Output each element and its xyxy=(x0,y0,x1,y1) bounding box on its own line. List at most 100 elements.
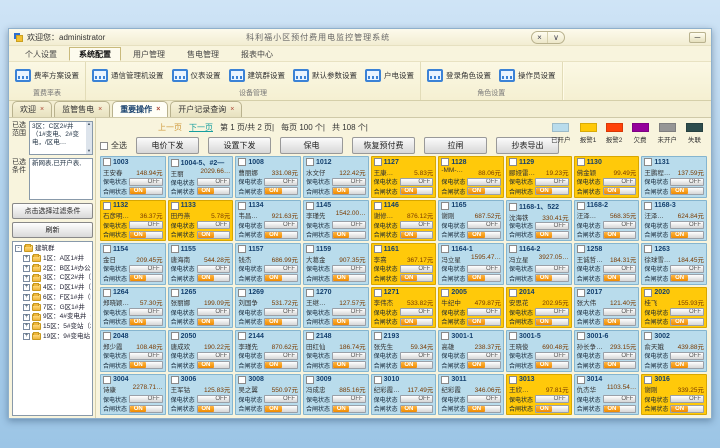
menu-tab-用户管理[interactable]: 用户管理 xyxy=(123,47,175,61)
toolbar-button-电价下发[interactable]: 电价下发 xyxy=(136,137,199,154)
protect-toggle[interactable]: OFF xyxy=(670,221,704,229)
card-checkbox[interactable] xyxy=(644,289,652,297)
doc-tab-监管售电[interactable]: 监管售电× xyxy=(54,101,110,117)
gate-toggle[interactable]: ON xyxy=(264,187,298,195)
card-checkbox[interactable] xyxy=(238,158,246,166)
card-checkbox[interactable] xyxy=(171,289,179,297)
gate-toggle[interactable]: ON xyxy=(535,187,569,195)
gate-toggle[interactable]: ON xyxy=(467,318,501,326)
listbox-scrollbar[interactable]: ▲▼ xyxy=(86,122,92,154)
protect-toggle[interactable]: OFF xyxy=(400,265,434,273)
card-checkbox[interactable] xyxy=(238,289,246,297)
gate-toggle[interactable]: ON xyxy=(264,318,298,326)
protect-toggle[interactable]: OFF xyxy=(264,395,298,403)
expand-icon[interactable]: + xyxy=(23,314,30,321)
card-checkbox[interactable] xyxy=(374,158,382,166)
prev-page-link[interactable]: 上一页 xyxy=(158,122,182,133)
protect-toggle[interactable]: OFF xyxy=(603,352,637,360)
gate-toggle[interactable]: ON xyxy=(332,187,366,195)
selected-range-listbox[interactable]: 3区：C区2#井（1#变电、2#变电，/区电… ▲▼ xyxy=(29,121,93,155)
protect-toggle[interactable]: OFF xyxy=(467,221,501,229)
gate-toggle[interactable]: ON xyxy=(670,318,704,326)
gate-toggle[interactable]: ON xyxy=(603,231,637,239)
protect-toggle[interactable]: OFF xyxy=(467,395,501,403)
gate-toggle[interactable]: ON xyxy=(400,274,434,282)
card-checkbox[interactable] xyxy=(103,202,111,210)
card-checkbox[interactable] xyxy=(644,202,652,210)
gate-toggle[interactable]: ON xyxy=(264,361,298,369)
protect-toggle[interactable]: OFF xyxy=(467,308,501,316)
card-checkbox[interactable] xyxy=(374,289,382,297)
expand-icon[interactable]: + xyxy=(23,304,30,311)
scroll-down-icon[interactable]: ▼ xyxy=(86,149,92,154)
card-checkbox[interactable] xyxy=(644,332,652,340)
gate-toggle[interactable]: ON xyxy=(400,187,434,195)
protect-toggle[interactable]: OFF xyxy=(129,178,163,186)
protect-toggle[interactable]: OFF xyxy=(332,221,366,229)
card-checkbox[interactable] xyxy=(577,376,585,384)
gate-toggle[interactable]: ON xyxy=(332,318,366,326)
gate-toggle[interactable]: ON xyxy=(670,405,704,413)
card-checkbox[interactable] xyxy=(374,376,382,384)
tree-item[interactable]: +2区：B区1#办公区 xyxy=(15,264,91,274)
gate-toggle[interactable]: ON xyxy=(332,361,366,369)
gate-toggle[interactable]: ON xyxy=(535,231,569,239)
card-checkbox[interactable] xyxy=(577,202,585,210)
collapse-icon[interactable]: - xyxy=(15,245,22,252)
gate-toggle[interactable]: ON xyxy=(467,361,501,369)
card-checkbox[interactable] xyxy=(441,332,449,340)
protect-toggle[interactable]: OFF xyxy=(197,395,231,403)
gate-toggle[interactable]: ON xyxy=(535,274,569,282)
card-checkbox[interactable] xyxy=(441,202,449,210)
card-checkbox[interactable] xyxy=(374,332,382,340)
protect-toggle[interactable]: OFF xyxy=(332,265,366,273)
protect-toggle[interactable]: OFF xyxy=(129,395,163,403)
gate-toggle[interactable]: ON xyxy=(129,318,163,326)
card-checkbox[interactable] xyxy=(171,245,179,253)
expand-icon[interactable]: + xyxy=(23,284,30,291)
gate-toggle[interactable]: ON xyxy=(197,318,231,326)
gate-toggle[interactable]: ON xyxy=(197,274,231,282)
close-tab-icon[interactable]: × xyxy=(230,106,234,113)
select-all[interactable]: 全选 xyxy=(100,140,127,151)
gate-toggle[interactable]: ON xyxy=(670,274,704,282)
protect-toggle[interactable]: OFF xyxy=(264,178,298,186)
gate-toggle[interactable]: ON xyxy=(400,231,434,239)
card-checkbox[interactable] xyxy=(238,202,246,210)
card-checkbox[interactable] xyxy=(644,376,652,384)
protect-toggle[interactable]: OFF xyxy=(670,395,704,403)
gate-toggle[interactable]: ON xyxy=(603,318,637,326)
tree-item[interactable]: +19区：9#变电站（… xyxy=(15,332,91,342)
doc-tab-重要操作[interactable]: 重要操作× xyxy=(112,101,168,117)
protect-toggle[interactable]: OFF xyxy=(264,221,298,229)
gate-toggle[interactable]: ON xyxy=(197,361,231,369)
tree-item[interactable]: +3区：C区2#井（1#变… xyxy=(15,273,91,283)
toolbar-button-拉闸[interactable]: 拉闸 xyxy=(424,137,487,154)
tree-item[interactable]: +15区：5#变站（3… xyxy=(15,322,91,332)
protect-toggle[interactable]: OFF xyxy=(129,352,163,360)
tree-item[interactable]: +1区：A区1#井 xyxy=(15,254,91,264)
gate-toggle[interactable]: ON xyxy=(467,231,501,239)
gate-toggle[interactable]: ON xyxy=(264,274,298,282)
protect-toggle[interactable]: OFF xyxy=(603,308,637,316)
card-checkbox[interactable] xyxy=(441,289,449,297)
card-checkbox[interactable] xyxy=(577,332,585,340)
protect-toggle[interactable]: OFF xyxy=(332,395,366,403)
toolbar-button-恢复预付费[interactable]: 恢复预付费 xyxy=(352,137,415,154)
gate-toggle[interactable]: ON xyxy=(670,361,704,369)
card-checkbox[interactable] xyxy=(577,245,585,253)
next-page-link[interactable]: 下一页 xyxy=(189,122,213,133)
card-checkbox[interactable] xyxy=(171,332,179,340)
card-checkbox[interactable] xyxy=(509,245,517,253)
card-checkbox[interactable] xyxy=(103,245,111,253)
select-all-checkbox[interactable] xyxy=(100,142,108,150)
protect-toggle[interactable]: OFF xyxy=(332,178,366,186)
protect-toggle[interactable]: OFF xyxy=(670,308,704,316)
doc-tab-开户记录查询[interactable]: 开户记录查询× xyxy=(170,101,242,117)
protect-toggle[interactable]: OFF xyxy=(603,221,637,229)
ribbon-button-通信管理机设置[interactable]: 通信管理机设置 xyxy=(92,69,164,82)
gate-toggle[interactable]: ON xyxy=(603,405,637,413)
card-checkbox[interactable] xyxy=(509,203,517,211)
gate-toggle[interactable]: ON xyxy=(264,231,298,239)
ribbon-button-费率方案设置[interactable]: 费率方案设置 xyxy=(15,69,79,82)
